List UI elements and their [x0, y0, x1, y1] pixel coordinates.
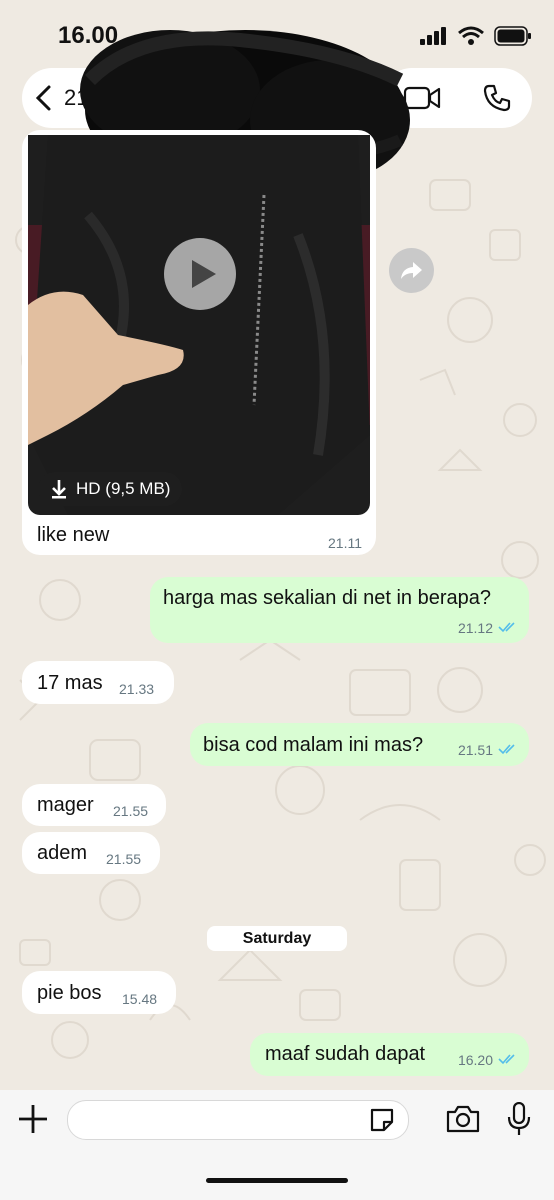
jacket-photo: [28, 135, 370, 515]
read-receipt-icon: [498, 622, 515, 633]
download-icon: [52, 480, 66, 499]
phone-call-icon[interactable]: [482, 83, 512, 113]
play-icon: [192, 260, 216, 288]
sticker-icon[interactable]: [368, 1106, 396, 1134]
read-receipt-icon: [498, 744, 515, 755]
battery-icon: [494, 26, 531, 46]
forward-button[interactable]: [389, 248, 434, 293]
message-bubble-outgoing: harga mas sekalian di net in berapa? 21.…: [150, 577, 529, 643]
message-bubble-incoming: pie bos 15.48: [22, 971, 176, 1014]
message-text: pie bos: [37, 982, 102, 1004]
message-text: like new: [37, 524, 110, 546]
video-thumbnail[interactable]: HD (9,5 MB): [28, 135, 370, 515]
message-time: 21.33: [119, 681, 155, 697]
message-bubble-incoming: adem 21.55: [22, 832, 160, 874]
date-separator: Saturday: [207, 926, 347, 951]
status-icons: [420, 26, 532, 46]
message-time: 21.55: [113, 803, 149, 819]
message-text: maaf sudah dapat: [265, 1043, 426, 1065]
hd-download-badge[interactable]: HD (9,5 MB): [38, 472, 183, 506]
message-time: 15.48: [122, 991, 158, 1007]
message-time: 21.11: [328, 535, 362, 551]
message-bubble-outgoing: maaf sudah dapat 16.20: [250, 1033, 529, 1076]
forward-icon: [401, 262, 422, 279]
message-text: bisa cod malam ini mas?: [203, 734, 424, 756]
message-time: 16.20: [457, 1052, 493, 1068]
message-text: harga mas sekalian di net in berapa?: [163, 587, 491, 609]
message-bubble-outgoing: bisa cod malam ini mas? 21.51: [190, 723, 529, 766]
hd-size-label: HD (9,5 MB): [76, 479, 171, 498]
plus-icon[interactable]: [16, 1102, 50, 1136]
message-bubble-incoming: mager 21.55: [22, 784, 166, 826]
message-time: 21.51: [457, 742, 493, 758]
camera-icon[interactable]: [445, 1104, 481, 1134]
home-indicator: [206, 1178, 348, 1183]
message-input[interactable]: [67, 1100, 409, 1140]
wifi-icon: [458, 26, 484, 45]
video-message-bubble: HD (9,5 MB) like new 21.11: [22, 130, 376, 555]
message-time: 21.55: [106, 851, 142, 867]
message-text: 17 mas: [37, 672, 103, 694]
message-text: adem: [37, 842, 88, 864]
message-composer: [0, 1090, 554, 1200]
read-receipt-icon: [498, 1054, 515, 1065]
message-time: 21.12: [457, 620, 493, 636]
message-text: mager: [37, 794, 94, 816]
chevron-left-icon: [35, 85, 51, 111]
signal-icon: [420, 27, 446, 45]
message-bubble-incoming: 17 mas 21.33: [22, 661, 174, 704]
play-button[interactable]: [164, 238, 236, 310]
microphone-icon[interactable]: [506, 1102, 532, 1136]
